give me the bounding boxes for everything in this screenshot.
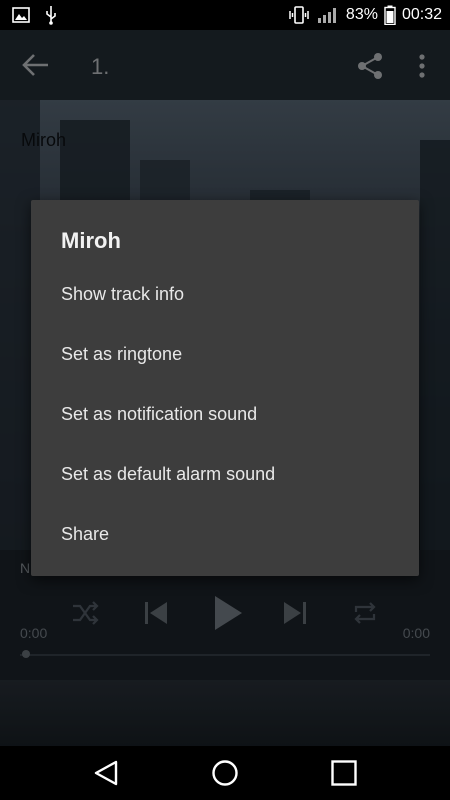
menu-item-label: Set as notification sound xyxy=(61,404,258,424)
signal-icon xyxy=(317,8,336,23)
status-bar: 83% 00:32 xyxy=(0,0,450,30)
image-icon xyxy=(12,7,30,23)
vibrate-icon xyxy=(289,6,309,24)
nav-back-icon[interactable] xyxy=(92,759,120,787)
status-time: 00:32 xyxy=(401,6,442,23)
menu-item-set-alarm-sound[interactable]: Set as default alarm sound xyxy=(31,447,419,507)
dialog-title: Miroh xyxy=(61,228,121,253)
navigation-bar xyxy=(0,746,450,800)
nav-home-icon[interactable] xyxy=(211,759,239,787)
menu-item-label: Set as ringtone xyxy=(61,344,183,364)
menu-item-label: Share xyxy=(61,524,110,544)
nav-recents-icon[interactable] xyxy=(330,759,358,787)
usb-icon xyxy=(46,6,56,25)
menu-item-set-ringtone[interactable]: Set as ringtone xyxy=(31,327,419,387)
menu-item-share[interactable]: Share xyxy=(31,507,419,567)
menu-item-label: Show track info xyxy=(61,284,185,304)
battery-icon xyxy=(384,5,396,25)
battery-percent: 83% xyxy=(345,6,378,23)
track-options-dialog: Miroh Show track info Set as ringtone Se… xyxy=(31,200,419,576)
menu-item-label: Set as default alarm sound xyxy=(61,464,276,484)
menu-item-set-notification-sound[interactable]: Set as notification sound xyxy=(31,387,419,447)
menu-item-show-track-info[interactable]: Show track info xyxy=(31,267,419,327)
